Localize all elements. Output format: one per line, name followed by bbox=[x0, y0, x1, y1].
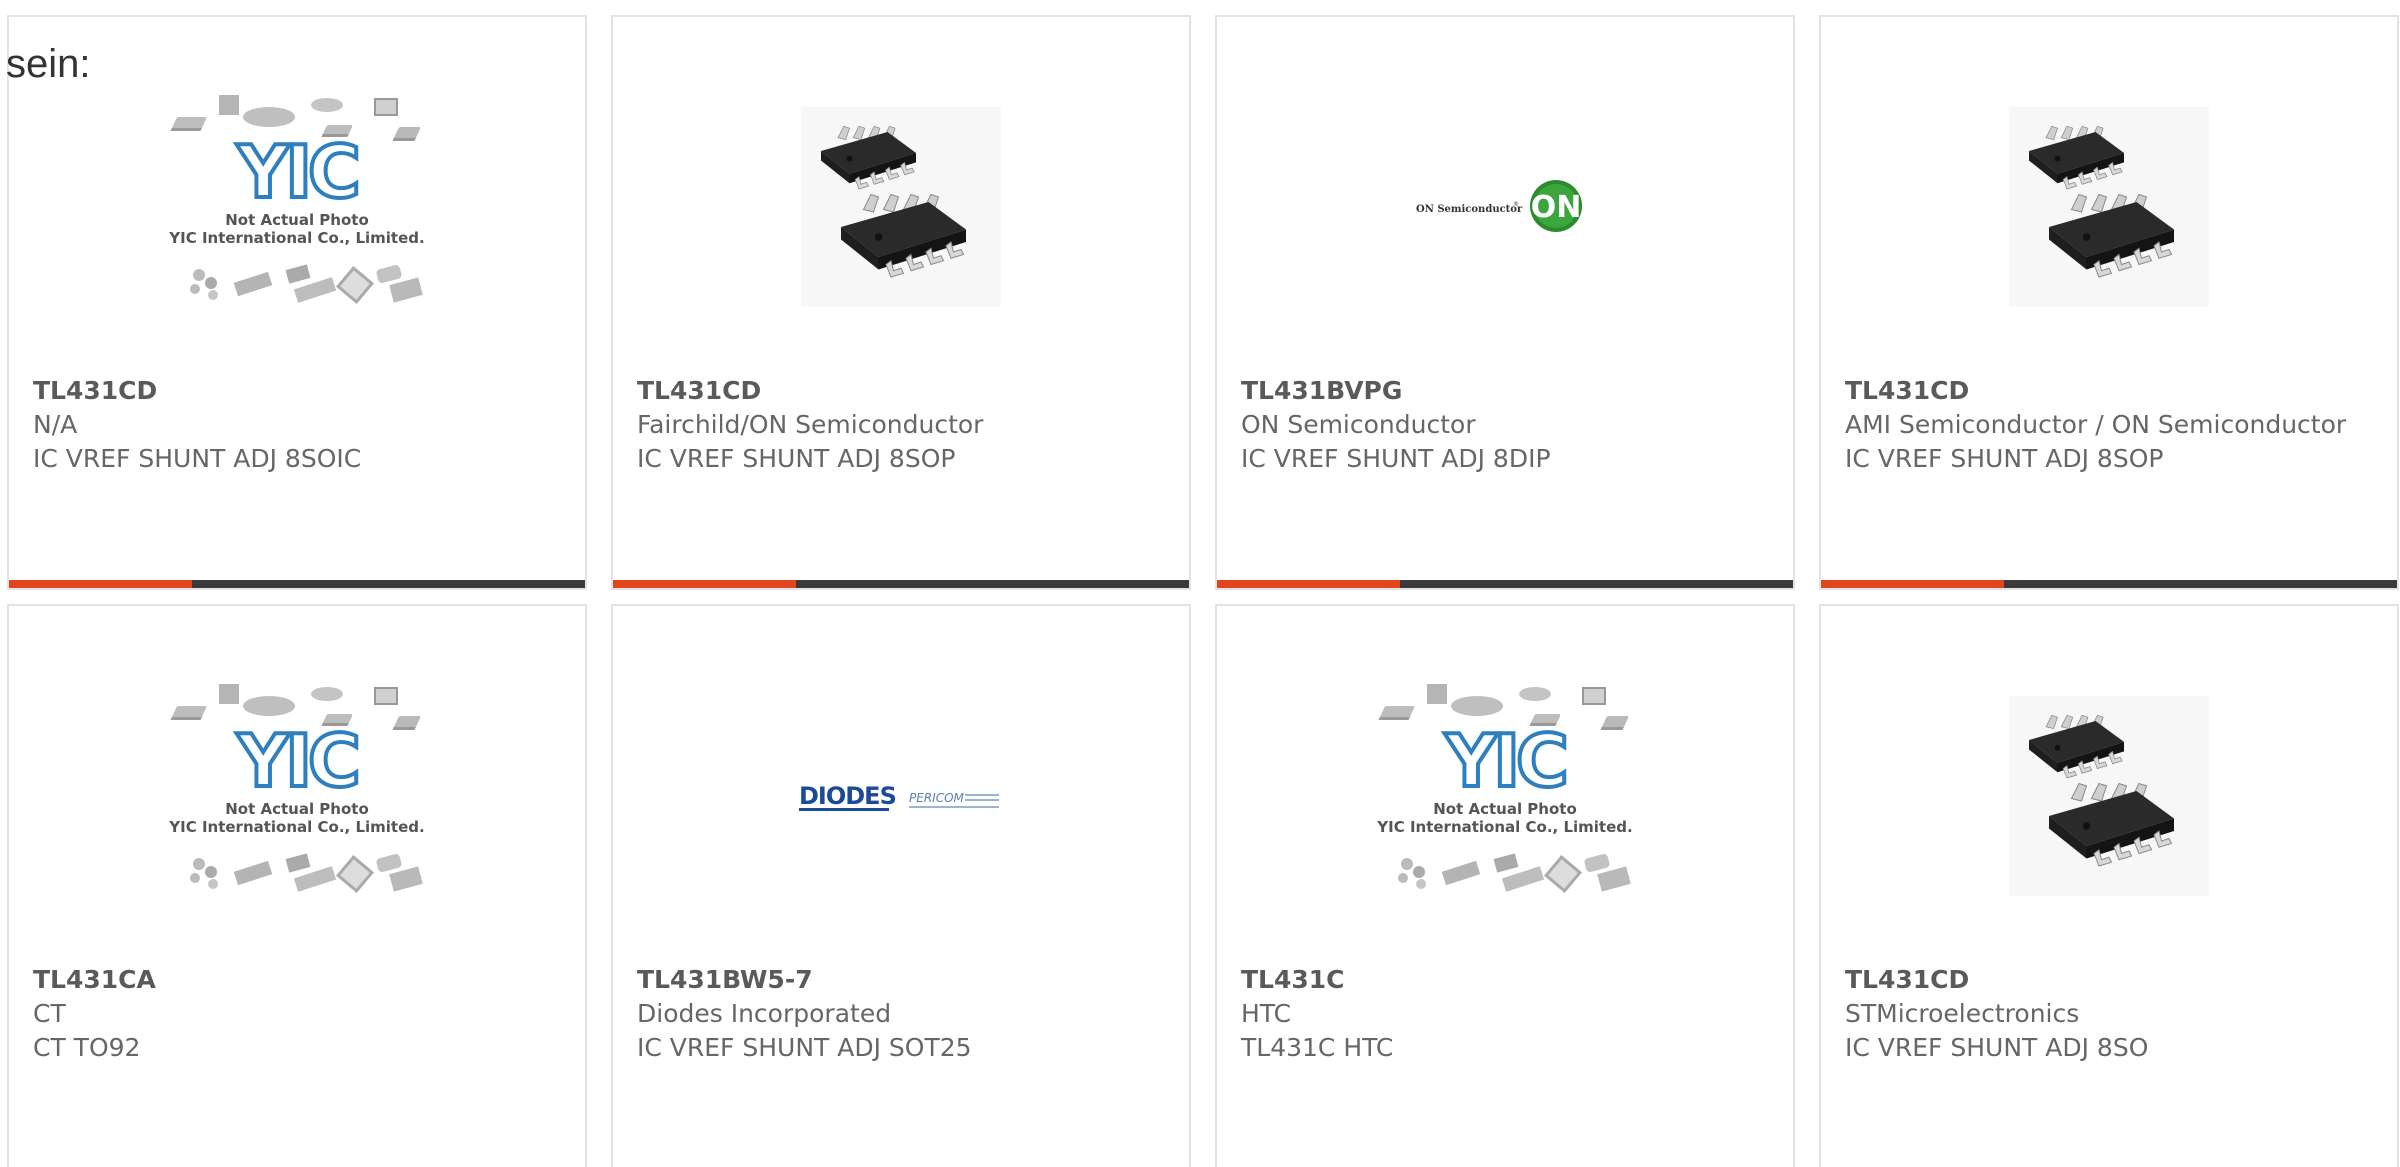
product-card-1[interactable]: YIC Not Actual Photo YIC International Co.… bbox=[7, 15, 587, 590]
yic-placeholder-image: YICNot Actual PhotoYIC International Co.… bbox=[168, 95, 425, 305]
product-card-4[interactable]: TL431CD AMI Semiconductor / ON Semicondu… bbox=[1819, 15, 2399, 590]
product-card-5[interactable]: YIC Not Actual Photo YIC International Co.… bbox=[7, 604, 587, 1167]
svg-text:PERICOM: PERICOM bbox=[909, 791, 965, 805]
svg-text:Not Actual Photo: Not Actual Photo bbox=[225, 211, 369, 229]
product-image[interactable]: YIC Not Actual Photo YIC International Co.… bbox=[9, 57, 585, 357]
cut-off-heading: sein: bbox=[6, 42, 91, 86]
part-number-link[interactable]: TL431CD bbox=[1845, 374, 2377, 408]
yic-placeholder-image: YICNot Actual PhotoYIC International Co.… bbox=[168, 684, 425, 894]
svg-text:YIC: YIC bbox=[236, 719, 357, 803]
description-label: IC VREF SHUNT ADJ 8SOP bbox=[637, 444, 956, 473]
svg-text:ON Semiconductor: ON Semiconductor bbox=[1416, 204, 1523, 215]
svg-text:YIC International Co., Limited: YIC International Co., Limited. bbox=[1376, 818, 1632, 836]
part-number-link[interactable]: TL431CA bbox=[33, 963, 565, 997]
description-label: IC VREF SHUNT ADJ SOT25 bbox=[637, 1033, 972, 1062]
product-info: TL431CD N/A IC VREF SHUNT ADJ 8SOIC bbox=[33, 374, 565, 476]
product-info: TL431CD AMI Semiconductor / ON Semicondu… bbox=[1845, 374, 2377, 476]
product-image[interactable]: ON Semiconductor ® ON bbox=[1217, 57, 1793, 357]
part-number-link[interactable]: TL431BVPG bbox=[1241, 374, 1773, 408]
product-info: TL431BVPG ON Semiconductor IC VREF SHUNT… bbox=[1241, 374, 1773, 476]
svg-text:YIC: YIC bbox=[236, 130, 357, 214]
soic8-chip-photo bbox=[801, 107, 1001, 307]
description-label: IC VREF SHUNT ADJ 8SOIC bbox=[33, 444, 362, 473]
manufacturer-label: Diodes Incorporated bbox=[637, 999, 892, 1028]
part-number-link[interactable]: TL431CD bbox=[637, 374, 1169, 408]
yic-placeholder-image: YICNot Actual PhotoYIC International Co.… bbox=[1376, 684, 1633, 894]
manufacturer-label: STMicroelectronics bbox=[1845, 999, 2080, 1028]
product-info: TL431CD STMicroelectronics IC VREF SHUNT… bbox=[1845, 963, 2377, 1065]
product-card-7[interactable]: YIC Not Actual Photo YIC International Co.… bbox=[1215, 604, 1795, 1167]
part-number-link[interactable]: TL431CD bbox=[1845, 963, 2377, 997]
svg-text:YIC International Co., Limited: YIC International Co., Limited. bbox=[168, 229, 424, 247]
manufacturer-label: Fairchild/ON Semiconductor bbox=[637, 410, 984, 439]
card-bottom-bar bbox=[1821, 580, 2397, 588]
manufacturer-label: HTC bbox=[1241, 999, 1292, 1028]
part-number-link[interactable]: TL431C bbox=[1241, 963, 1773, 997]
product-card-8[interactable]: TL431CD STMicroelectronics IC VREF SHUNT… bbox=[1819, 604, 2399, 1167]
card-bottom-bar bbox=[1217, 580, 1793, 588]
product-info: TL431C HTC TL431C HTC bbox=[1241, 963, 1773, 1065]
product-card-6[interactable]: DIODES PERICOM TL431BW5-7 Diodes Incorpor… bbox=[611, 604, 1191, 1167]
svg-text:YIC: YIC bbox=[1444, 719, 1565, 803]
card-bar-accent bbox=[9, 580, 192, 588]
card-bottom-bar bbox=[613, 580, 1189, 588]
description-label: IC VREF SHUNT ADJ 8DIP bbox=[1241, 444, 1551, 473]
svg-text:DIODES: DIODES bbox=[799, 782, 896, 810]
product-image[interactable]: YIC Not Actual Photo YIC International Co.… bbox=[1217, 646, 1793, 946]
description-label: TL431C HTC bbox=[1241, 1033, 1394, 1062]
svg-text:®: ® bbox=[1513, 201, 1519, 208]
product-info: TL431BW5-7 Diodes Incorporated IC VREF S… bbox=[637, 963, 1169, 1065]
card-bar-accent bbox=[1217, 580, 1400, 588]
product-image[interactable]: DIODES PERICOM bbox=[613, 646, 1189, 946]
product-image[interactable]: YIC Not Actual Photo YIC International Co.… bbox=[9, 646, 585, 946]
manufacturer-label: ON Semiconductor bbox=[1241, 410, 1476, 439]
manufacturer-label: N/A bbox=[33, 410, 78, 439]
svg-text:YIC International Co., Limited: YIC International Co., Limited. bbox=[168, 818, 424, 836]
product-info: TL431CD Fairchild/ON Semiconductor IC VR… bbox=[637, 374, 1169, 476]
product-image[interactable] bbox=[1821, 646, 2397, 946]
description-label: IC VREF SHUNT ADJ 8SO bbox=[1845, 1033, 2149, 1062]
svg-text:Not Actual Photo: Not Actual Photo bbox=[225, 800, 369, 818]
product-card-2[interactable]: TL431CD Fairchild/ON Semiconductor IC VR… bbox=[611, 15, 1191, 590]
product-card-3[interactable]: ON Semiconductor ® ON TL431BVPG ON Semicon… bbox=[1215, 15, 1795, 590]
manufacturer-label: AMI Semiconductor / ON Semiconductor bbox=[1845, 410, 2347, 439]
description-label: CT TO92 bbox=[33, 1033, 141, 1062]
on-semiconductor-logo: ON Semiconductor® ON bbox=[1416, 180, 1582, 232]
product-image[interactable] bbox=[1821, 57, 2397, 357]
soic8-chip-photo bbox=[2009, 696, 2209, 896]
card-bottom-bar bbox=[9, 580, 585, 588]
soic8-chip-photo bbox=[2009, 107, 2209, 307]
card-bar-accent bbox=[613, 580, 796, 588]
manufacturer-label: CT bbox=[33, 999, 66, 1028]
part-number-link[interactable]: TL431BW5-7 bbox=[637, 963, 1169, 997]
description-label: IC VREF SHUNT ADJ 8SOP bbox=[1845, 444, 2164, 473]
part-number-link[interactable]: TL431CD bbox=[33, 374, 565, 408]
card-bar-accent bbox=[1821, 580, 2004, 588]
svg-text:ON: ON bbox=[1531, 190, 1582, 225]
product-image[interactable] bbox=[613, 57, 1189, 357]
product-info: TL431CA CT CT TO92 bbox=[33, 963, 565, 1065]
diodes-incorporated-logo: DIODES PERICOM bbox=[798, 782, 999, 811]
svg-text:Not Actual Photo: Not Actual Photo bbox=[1433, 800, 1577, 818]
